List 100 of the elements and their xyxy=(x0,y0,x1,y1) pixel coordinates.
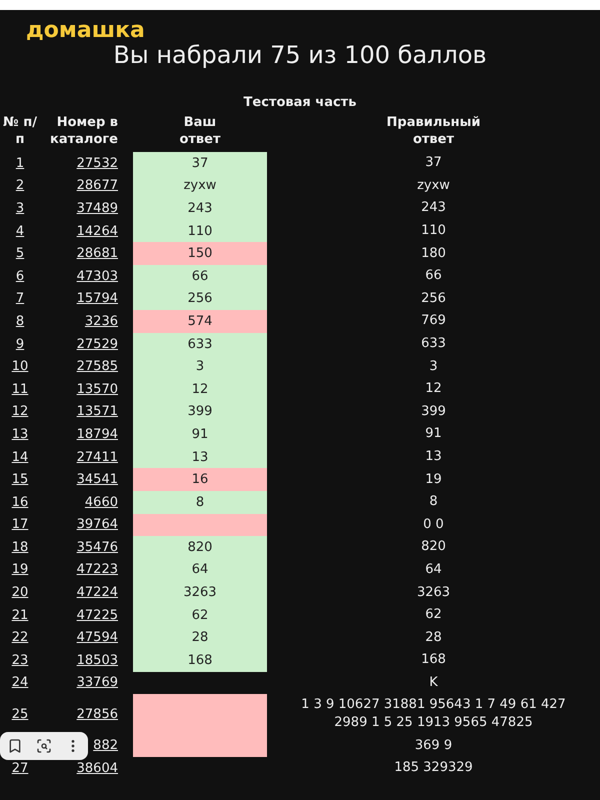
catalog-link[interactable]: 27856 xyxy=(76,706,118,722)
column-header: № п/п xyxy=(2,114,38,149)
catalog-link[interactable]: 47225 xyxy=(76,608,118,623)
catalog-link[interactable]: 28681 xyxy=(76,246,118,262)
bookmark-icon[interactable] xyxy=(6,738,23,754)
column-header: Ваш ответ xyxy=(178,114,222,149)
row-number-link[interactable]: 23 xyxy=(12,652,28,668)
catalog-link[interactable]: 34541 xyxy=(76,472,118,488)
row-number-link[interactable]: 3 xyxy=(16,200,24,216)
row-number-link[interactable]: 13 xyxy=(12,426,28,442)
row-number-link[interactable]: 9 xyxy=(16,336,24,352)
catalog-link[interactable]: 13571 xyxy=(76,404,118,420)
row-number-link[interactable]: 18 xyxy=(12,540,28,555)
row-number-link[interactable]: 10 xyxy=(12,359,28,374)
correct-answer-cell-text: 28 xyxy=(424,628,443,647)
catalog-link[interactable]: 4660 xyxy=(84,494,118,510)
correct-answer-cell-text: 3 xyxy=(428,358,439,376)
correct-answer-cell-text: 62 xyxy=(424,606,443,624)
catalog-link[interactable]: 47594 xyxy=(76,630,118,646)
correct-answer-cell-text: 66 xyxy=(424,267,443,286)
catalog-link[interactable]: 3236 xyxy=(84,314,118,329)
correct-answer-cell-text: zyxw xyxy=(416,176,451,195)
catalog-link[interactable]: 39764 xyxy=(76,517,118,532)
answer-cell-wrong: 150 xyxy=(133,242,267,265)
catalog-link[interactable]: 27585 xyxy=(76,359,118,374)
correct-answer-cell-text: 91 xyxy=(424,425,443,444)
row-number-link[interactable]: 24 xyxy=(12,675,28,690)
row-number-link[interactable]: 22 xyxy=(12,630,28,646)
correct-answer-cell-text: K xyxy=(428,674,439,692)
correct-answer-cell-text: 256 xyxy=(420,290,447,308)
catalog-link[interactable]: 37489 xyxy=(76,200,118,216)
catalog-link[interactable]: 18503 xyxy=(76,652,118,668)
correct-answer-cell-text: 110 xyxy=(420,222,447,240)
answer-cell-correct: 256 xyxy=(133,288,267,310)
correct-answer-cell-text: 243 xyxy=(420,199,447,218)
correct-answer-cell-text: 13 xyxy=(424,448,443,466)
row-number-link[interactable]: 2 xyxy=(16,178,24,194)
answer-cell-correct: zyxw xyxy=(133,174,267,198)
row-number-link[interactable]: 27 xyxy=(12,760,28,776)
answer-cell-correct: 243 xyxy=(133,197,267,220)
correct-answer-cell-text: 820 xyxy=(420,538,447,556)
answer-cell-correct: 28 xyxy=(133,626,267,650)
correct-answer-cell-text: 180 xyxy=(420,244,447,263)
answer-cell-correct: 64 xyxy=(133,558,267,582)
camera-search-icon[interactable] xyxy=(36,738,52,754)
row-number-link[interactable]: 11 xyxy=(12,382,28,397)
row-number-link[interactable]: 6 xyxy=(16,268,24,284)
catalog-link[interactable]: 18794 xyxy=(76,426,118,442)
answer-cell-correct: 37 xyxy=(133,152,267,175)
row-number-link[interactable]: 19 xyxy=(12,562,28,578)
correct-answer-cell-text: 12 xyxy=(424,380,443,398)
catalog-link[interactable]: 27411 xyxy=(76,450,118,465)
correct-answer-cell-text: 19 xyxy=(424,470,443,489)
answer-cell-correct: 62 xyxy=(133,604,267,626)
column-header: Правильный ответ xyxy=(386,114,482,149)
answer-cell-correct: 820 xyxy=(133,536,267,559)
row-number-link[interactable]: 15 xyxy=(12,472,28,488)
catalog-link[interactable]: 33769 xyxy=(76,675,118,690)
catalog-link[interactable]: 882 xyxy=(93,738,118,754)
answer-cell-correct: 3263 xyxy=(133,581,267,604)
row-number-link[interactable]: 21 xyxy=(12,608,28,623)
answer-cell-correct: 12 xyxy=(133,378,267,401)
catalog-link[interactable]: 27532 xyxy=(76,156,118,171)
catalog-link[interactable]: 38604 xyxy=(76,760,118,776)
answer-cell-correct: 13 xyxy=(133,446,267,468)
row-number-link[interactable]: 12 xyxy=(12,404,28,420)
answer-cell-correct: 3 xyxy=(133,355,267,378)
answer-cell-correct: 399 xyxy=(133,400,267,424)
row-number-link[interactable]: 1 xyxy=(16,156,24,171)
catalog-link[interactable]: 28677 xyxy=(76,178,118,194)
correct-answer-cell-text: 185 329329 xyxy=(393,759,474,778)
row-number-link[interactable]: 17 xyxy=(12,517,28,532)
catalog-link[interactable]: 27529 xyxy=(76,336,118,352)
row-number-link[interactable]: 25 xyxy=(12,706,28,722)
row-number-link[interactable]: 14 xyxy=(12,450,28,465)
correct-answer-cell-text: 3263 xyxy=(416,584,452,602)
catalog-link[interactable]: 47303 xyxy=(76,268,118,284)
column-header: Номер в каталоге xyxy=(49,114,118,149)
row-number-link[interactable]: 4 xyxy=(16,224,24,239)
correct-answer-cell-text: 64 xyxy=(424,560,443,579)
correct-answer-cell-text: 769 xyxy=(420,312,447,330)
row-number-link[interactable]: 16 xyxy=(12,494,28,510)
correct-answer-cell-text: 0 0 xyxy=(422,516,445,534)
row-number-link[interactable]: 5 xyxy=(16,246,24,262)
correct-answer-cell-text: 168 xyxy=(420,651,447,670)
catalog-link[interactable]: 47224 xyxy=(76,585,118,600)
row-number-link[interactable]: 7 xyxy=(16,291,24,306)
correct-answer-cell-text: 8 xyxy=(428,493,439,512)
row-number-link[interactable]: 8 xyxy=(16,314,24,329)
catalog-link[interactable]: 14264 xyxy=(76,224,118,239)
catalog-link[interactable]: 13570 xyxy=(76,382,118,397)
answer-cell-correct: 633 xyxy=(133,332,267,356)
catalog-link[interactable]: 35476 xyxy=(76,540,118,555)
row-number-link[interactable]: 20 xyxy=(12,585,28,600)
correct-answer-cell-text: 1 3 9 10627 31881 95643 1 7 49 61 427 2989 1 5 25 1913 9565 47825 xyxy=(300,696,567,732)
catalog-link[interactable]: 15794 xyxy=(76,291,118,306)
correct-answer-cell-text: 633 xyxy=(420,335,447,354)
answer-cell-correct: 168 xyxy=(133,649,267,672)
answer-cell-correct: 110 xyxy=(133,220,267,242)
catalog-link[interactable]: 47223 xyxy=(76,562,118,578)
